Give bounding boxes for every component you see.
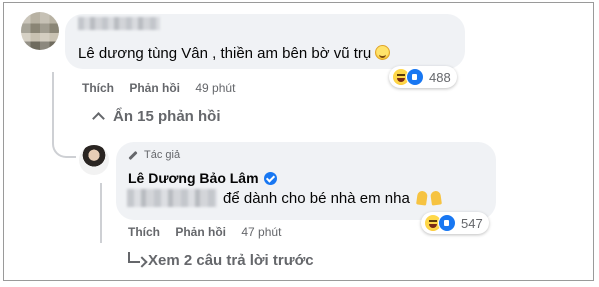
- reply-reactions[interactable]: 547: [421, 212, 489, 234]
- reply-text-content: để dành cho bé nhà em nha: [223, 190, 410, 207]
- thread-line: [100, 183, 102, 243]
- reply-text: để dành cho bé nhà em nha: [223, 190, 442, 207]
- comment-text-content: Lê dương tùng Vân , thiền am bên bờ vũ t…: [78, 45, 372, 62]
- author-badge: Tác giả: [128, 149, 180, 161]
- commenter-avatar[interactable]: [21, 12, 59, 50]
- reply-link[interactable]: Phản hồi: [129, 81, 180, 95]
- like-link[interactable]: Thích: [82, 81, 114, 95]
- reply-author-name[interactable]: Lê Dương Bảo Lâm: [128, 170, 277, 186]
- chevron-up-icon: [92, 112, 105, 125]
- like-reaction-icon: [406, 68, 424, 86]
- reply-timestamp[interactable]: 47 phút: [241, 225, 281, 239]
- hide-replies-toggle[interactable]: Ẩn 15 phản hồi: [92, 108, 221, 125]
- reply-link[interactable]: Phản hồi: [175, 225, 226, 239]
- hide-replies-label: Ẩn 15 phản hồi: [113, 108, 221, 125]
- author-avatar[interactable]: [79, 145, 109, 175]
- blurred-mention: [127, 189, 217, 207]
- blurred-commenter-name: [78, 17, 160, 30]
- reply-actions: Thích Phản hồi 47 phút: [128, 225, 293, 239]
- author-badge-label: Tác giả: [144, 149, 181, 161]
- reaction-count: 488: [429, 69, 451, 85]
- grinning-face-emoji-icon: [375, 45, 391, 60]
- comment-text: Lê dương tùng Vân , thiền am bên bờ vũ t…: [78, 45, 391, 62]
- pencil-icon: [128, 150, 138, 160]
- see-previous-label: Xem 2 câu trả lời trước: [148, 252, 314, 269]
- like-reaction-icon: [438, 214, 456, 232]
- reaction-count: 547: [461, 215, 483, 231]
- reply-arrow-icon: [128, 252, 140, 263]
- like-link[interactable]: Thích: [128, 225, 160, 239]
- comment-reactions[interactable]: 488: [389, 66, 457, 88]
- folded-hands-emoji-icon: [416, 190, 428, 206]
- comment-timestamp[interactable]: 49 phút: [195, 81, 235, 95]
- reply-author-name-text: Lê Dương Bảo Lâm: [128, 170, 259, 186]
- folded-hands-emoji-icon: [430, 190, 442, 206]
- thread-connector: [52, 116, 76, 158]
- see-previous-replies[interactable]: Xem 2 câu trả lời trước: [128, 252, 314, 269]
- verified-badge-icon: [263, 171, 277, 185]
- comment-actions: Thích Phản hồi 49 phút: [82, 81, 247, 95]
